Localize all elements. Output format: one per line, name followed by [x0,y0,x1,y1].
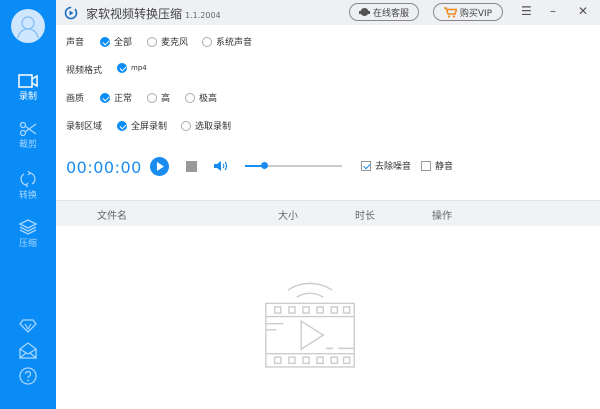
option-label: 选取录制 [195,122,232,132]
quality-row: 画质 [66,91,84,104]
close-icon[interactable]: ✕ [578,4,588,18]
audio-row: 声音 [66,35,84,48]
sidebar-item-label: 裁剪 [18,140,37,150]
area-row: 录制区域 [66,119,102,132]
minimize-icon[interactable]: – [550,4,556,18]
quality-option-very-high[interactable]: 极高 [185,91,217,104]
video-camera-icon [18,74,38,88]
sidebar-item-record[interactable]: 录制 [0,74,56,102]
app-title-text: 家软视频转换压缩 [86,7,183,21]
option-label: 系统声音 [216,38,253,48]
volume-slider-handle[interactable] [260,162,268,169]
cart-icon [443,6,457,18]
audio-label: 声音 [66,38,85,48]
denoise-checkbox[interactable]: 去除噪音 [361,159,411,172]
menu-icon[interactable]: ☰ [521,4,532,18]
format-row: 视频格式 [66,63,102,76]
sidebar-item-convert[interactable]: 转换 [0,171,56,201]
radio[interactable] [181,120,191,131]
headset-icon [358,8,370,16]
column-duration: 时长 [355,211,375,222]
quality-option-normal[interactable]: 正常 [100,91,132,104]
titlebar: 家软视频转换压缩 1.1.2004 在线客服 购买VIP ☰ – ✕ [56,0,600,25]
online-service-button[interactable]: 在线客服 [349,3,419,21]
mail-icon[interactable] [19,342,37,359]
sidebar-item-label: 压缩 [18,239,37,249]
checkbox-checked[interactable] [361,160,371,171]
radio[interactable] [185,92,195,103]
mute-checkbox[interactable]: 静音 [421,159,453,172]
empty-video-icon [265,282,355,368]
avatar[interactable] [11,9,45,43]
app-title: 家软视频转换压缩 1.1.2004 [86,5,221,22]
quality-label: 画质 [66,94,85,104]
play-button[interactable] [150,157,169,176]
app-version: 1.1.2004 [185,11,221,20]
quality-option-high[interactable]: 高 [147,91,170,104]
audio-option-mic[interactable]: 麦克风 [147,35,188,48]
denoise-label: 去除噪音 [375,162,412,172]
option-label: 极高 [199,94,218,104]
stop-button[interactable] [186,161,197,172]
volume-icon[interactable] [214,160,228,172]
sidebar-item-compress[interactable]: 压缩 [0,219,56,249]
column-size: 大小 [278,211,298,222]
option-label: 全屏录制 [131,122,168,132]
vip-diamond-icon[interactable] [19,319,37,333]
radio-checked[interactable] [100,36,110,47]
user-icon [17,16,39,39]
sidebar-item-label: 转换 [18,191,37,201]
sidebar: 录制 裁剪 转换 压缩 [0,0,56,409]
radio[interactable] [147,92,157,103]
refresh-icon [20,171,36,187]
app-logo-icon [64,6,78,20]
format-option-mp4[interactable]: mp4 [117,63,147,73]
column-actions: 操作 [432,211,452,222]
option-label: 高 [161,94,171,104]
help-icon[interactable] [19,367,37,385]
layers-icon [19,219,37,235]
area-option-fullscreen[interactable]: 全屏录制 [117,119,167,132]
mute-label: 静音 [435,162,454,172]
option-label: mp4 [131,64,147,72]
radio[interactable] [202,36,212,47]
buy-vip-label: 购买VIP [459,8,493,19]
area-option-select[interactable]: 选取录制 [181,119,231,132]
file-table-header: 文件名 大小 时长 操作 [56,200,600,226]
sidebar-item-label: 录制 [18,92,37,102]
audio-option-all[interactable]: 全部 [100,35,132,48]
checkbox[interactable] [421,160,431,171]
column-filename: 文件名 [97,211,127,222]
format-label: 视频格式 [66,66,103,76]
online-service-label: 在线客服 [372,8,409,19]
radio-checked[interactable] [117,63,127,73]
volume-slider[interactable] [245,162,342,169]
option-label: 正常 [114,94,133,104]
radio-checked[interactable] [117,120,127,131]
radio-checked[interactable] [100,92,110,103]
option-label: 全部 [114,38,133,48]
option-label: 麦克风 [161,38,189,48]
radio[interactable] [147,36,157,47]
sidebar-item-crop[interactable]: 裁剪 [0,122,56,150]
audio-option-system[interactable]: 系统声音 [202,35,252,48]
area-label: 录制区域 [66,122,103,132]
record-timer: 00:00:00 [66,158,142,177]
buy-vip-button[interactable]: 购买VIP [433,3,503,21]
scissors-icon [19,122,37,136]
